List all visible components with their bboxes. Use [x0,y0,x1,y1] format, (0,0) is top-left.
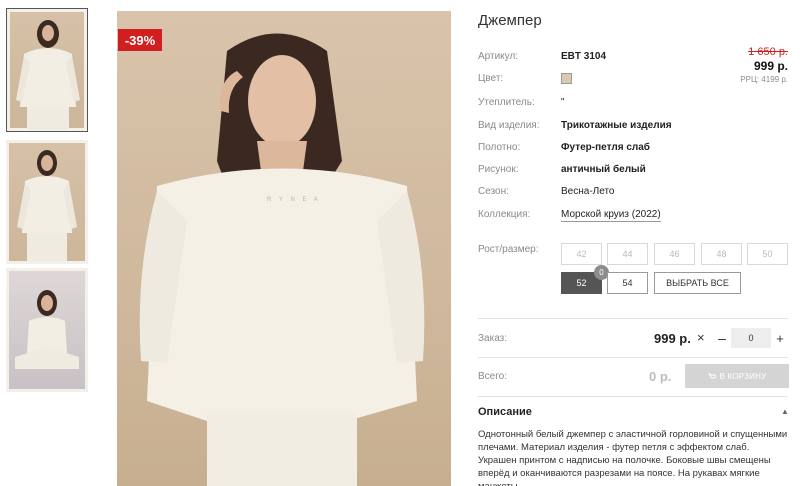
spec-label-color: Цвет: [478,73,504,84]
add-to-cart-label: В КОРЗИНУ [719,371,767,381]
spec-label-product-type: Вид изделия: [478,120,540,131]
spec-value-pattern: античный белый [561,164,646,175]
model-photo: R Y N E A [139,33,425,486]
size-option-54[interactable]: 54 [607,272,648,294]
old-price: 1 650 р. [748,46,788,58]
rrp-price: РРЦ: 4199 р. [740,75,788,84]
product-title: Джемпер [478,12,542,29]
size-label: Рост/размер: [478,244,539,255]
order-label: Заказ: [478,333,508,344]
spec-value-fabric: Футер-петля слаб [561,142,650,153]
new-price: 999 р. [753,59,788,73]
collapse-icon[interactable]: ▲ [781,407,789,416]
total-price: 0 р. [649,369,672,384]
discount-badge: -39% [118,29,162,51]
thumbnail-1[interactable] [6,8,88,132]
times-icon: × [697,330,705,345]
order-price: 999 р. [654,331,691,346]
description-title: Описание [478,406,532,418]
add-to-cart-button[interactable]: В КОРЗИНУ [685,364,789,388]
size-option-48[interactable]: 48 [701,243,742,265]
size-option-44[interactable]: 44 [607,243,648,265]
spec-value-season: Весна-Лето [561,186,615,197]
model-photo [16,20,80,130]
spec-label-collection: Коллекция: [478,209,531,220]
divider [478,318,788,319]
spec-label-pattern: Рисунок: [478,164,519,175]
divider [478,396,788,397]
spec-label-fabric: Полотно: [478,142,521,153]
spec-value-product-type: Трикотажные изделия [561,120,672,131]
decrease-quantity-button[interactable]: – [715,329,729,347]
increase-quantity-button[interactable]: + [773,329,787,347]
divider [478,357,788,358]
model-photo [17,150,77,261]
size-option-46[interactable]: 46 [654,243,695,265]
select-all-sizes-button[interactable]: ВЫБРАТЬ ВСЕ [654,272,741,294]
thumbnail-3[interactable] [6,268,88,392]
spec-label-insulation: Утеплитель: [478,97,535,108]
spec-label-article: Артикул: [478,51,519,62]
quantity-input[interactable] [731,328,771,348]
size-option-50[interactable]: 50 [747,243,788,265]
model-photo [15,290,79,369]
spec-label-season: Сезон: [478,186,509,197]
size-option-42[interactable]: 42 [561,243,602,265]
total-label: Всего: [478,371,507,382]
description-text: Однотонный белый джемпер с эластичной го… [478,429,788,486]
main-product-image[interactable]: R Y N E A [117,11,451,486]
cart-icon [707,373,716,378]
spec-value-insulation: " [561,97,565,108]
svg-text:R Y N E A: R Y N E A [267,197,321,203]
collection-link[interactable]: Морской круиз (2022) [561,209,661,222]
spec-value-article: EBT 3104 [561,51,607,62]
color-swatch[interactable] [561,73,572,84]
thumbnail-2[interactable] [6,140,88,264]
